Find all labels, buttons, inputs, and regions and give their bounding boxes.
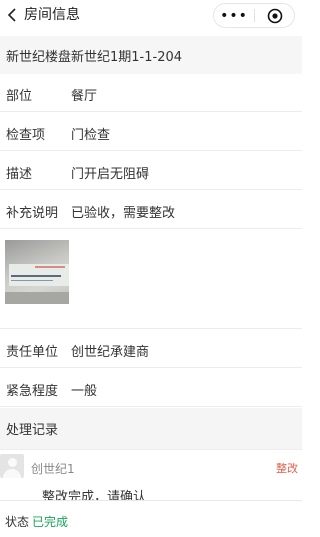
field-label: 描述 [6,167,33,182]
field-row-description: 描述 门开启无阻碍 [0,152,302,190]
record-content: 整改完成，请确认 [42,490,147,500]
photo-detail [35,266,65,268]
record-author: 创世纪1 [31,462,75,476]
field-row-supplement: 补充说明 已验收，需要整改 [0,191,302,229]
field-label: 补充说明 [6,206,59,221]
records-header: 处理记录 [0,408,302,450]
status-label: 状态 [5,515,30,529]
field-value: 已验收，需要整改 [71,206,176,221]
location-text: 新世纪楼盘新世纪1期1-1-204 [6,50,183,65]
target-circle-icon [267,8,283,23]
status-value: 已完成 [32,515,69,529]
photo-detail [5,292,69,304]
photo-row [0,230,302,329]
page-title: 房间信息 [24,7,80,23]
field-value: 门检查 [71,128,111,143]
back-button[interactable] [3,6,21,24]
field-label: 部位 [6,89,33,104]
field-value: 餐厅 [71,89,98,104]
field-value: 门开启无阻碍 [71,167,150,182]
close-button[interactable] [255,4,295,27]
field-row-responsible-unit: 责任单位 创世纪承建商 [0,330,302,368]
field-value: 创世纪承建商 [71,345,150,360]
field-row-check-item: 检查项 门检查 [0,113,302,151]
photo-detail [11,280,53,281]
avatar-body [3,469,21,478]
field-value: 一般 [71,384,98,399]
records-label: 处理记录 [6,423,59,438]
status-bar: 状态 已完成 [0,500,302,537]
field-label: 责任单位 [6,345,59,360]
photo-thumbnail[interactable] [5,240,69,304]
record-entry: 创世纪1 整改 整改完成，请确认 [0,450,302,500]
field-label: 检查项 [6,128,46,143]
chevron-left-icon [7,8,16,22]
more-dots-icon: ••• [220,7,248,24]
photo-detail [11,275,61,277]
more-button[interactable]: ••• [214,4,254,27]
avatar-head [8,458,17,467]
mini-program-capsule: ••• [213,3,295,28]
field-label: 紧急程度 [6,384,59,399]
location-header: 新世纪楼盘新世纪1期1-1-204 [0,36,302,74]
field-row-urgency: 紧急程度 一般 [0,369,302,407]
nav-bar: 房间信息 ••• [0,0,302,32]
record-tag: 整改 [276,462,298,475]
room-info-screen: 房间信息 ••• 新世纪楼盘新世纪1期1-1-204 部位 餐厅 检查项 门检查… [0,0,302,537]
avatar [0,454,24,478]
field-row-part: 部位 餐厅 [0,74,302,112]
